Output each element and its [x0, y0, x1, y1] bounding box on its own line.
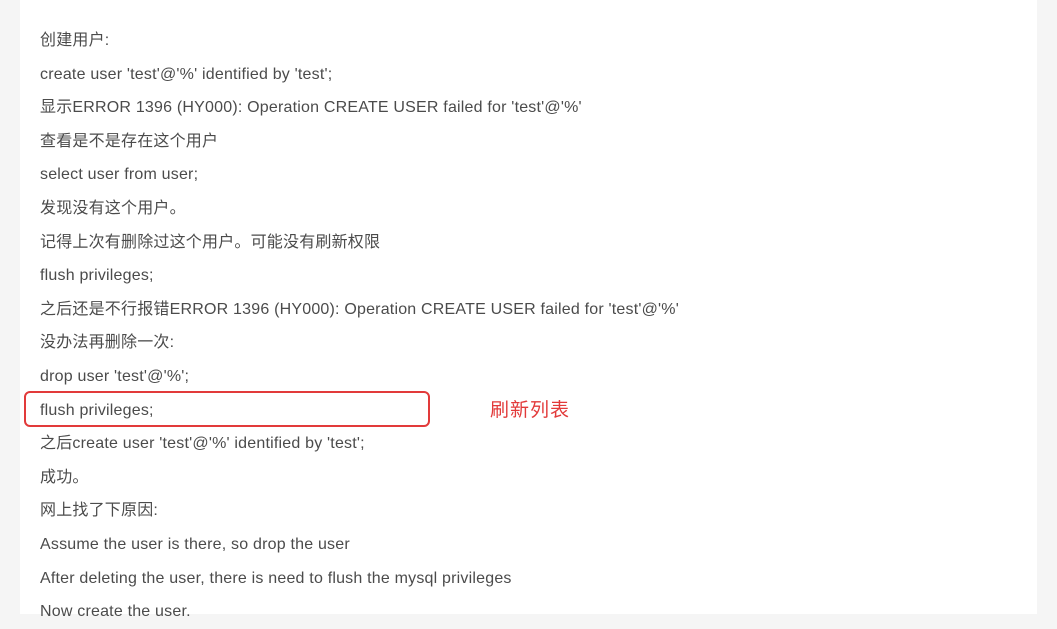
text-line: 发现没有这个用户。: [40, 192, 1017, 226]
text-line: 之后还是不行报错ERROR 1396 (HY000): Operation CR…: [40, 293, 1017, 327]
text-line: After deleting the user, there is need t…: [40, 562, 1017, 596]
text-line: 网上找了下原因:: [40, 494, 1017, 528]
text-line: Assume the user is there, so drop the us…: [40, 528, 1017, 562]
text-line: 之后create user 'test'@'%' identified by '…: [40, 427, 1017, 461]
text-line: 没办法再删除一次:: [40, 326, 1017, 360]
annotation-label: 刷新列表: [490, 395, 570, 422]
text-line: 显示ERROR 1396 (HY000): Operation CREATE U…: [40, 91, 1017, 125]
text-line: flush privileges;: [40, 259, 1017, 293]
text-line: 成功。: [40, 461, 1017, 495]
text-line: 查看是不是存在这个用户: [40, 125, 1017, 159]
text-line: 记得上次有删除过这个用户。可能没有刷新权限: [40, 226, 1017, 260]
text-line: drop user 'test'@'%';: [40, 360, 1017, 394]
text-line: Now create the user.: [40, 595, 1017, 629]
text-line: select user from user;: [40, 158, 1017, 192]
text-line: 创建用户:: [40, 24, 1017, 58]
text-line: create user 'test'@'%' identified by 'te…: [40, 58, 1017, 92]
document-content: 创建用户: create user 'test'@'%' identified …: [20, 0, 1037, 614]
highlighted-line-container: flush privileges; 刷新列表: [40, 394, 1017, 428]
